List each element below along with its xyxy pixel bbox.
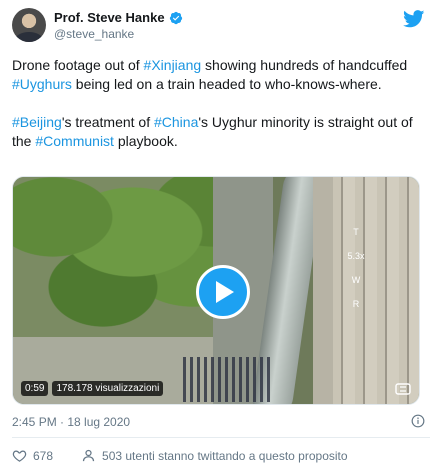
tweet-embed-card: Prof. Steve Hanke @steve_hanke Drone foo… <box>0 0 441 472</box>
hashtag-link[interactable]: #Communist <box>35 133 114 149</box>
tweet-paragraph-1: Drone footage out of #Xinjiang showing h… <box>12 56 430 94</box>
author-name-row[interactable]: Prof. Steve Hanke <box>54 10 183 25</box>
verified-badge-icon <box>169 11 182 24</box>
tweet-text-segment: being led on a train headed to who-knows… <box>71 76 382 92</box>
video-views: 178.178 visualizzazioni <box>52 381 164 396</box>
hud-letter: 5.3x <box>347 251 365 261</box>
tweet-text-segment: Drone footage out of <box>12 57 144 73</box>
tweet-text-segment: playbook. <box>113 133 178 149</box>
hud-letter: T <box>353 227 359 237</box>
drone-hud-overlay: T 5.3x W R <box>347 227 365 323</box>
tweet-paragraph-2: #Beijing's treatment of #China's Uyghur … <box>12 113 430 151</box>
twitter-bird-icon[interactable] <box>403 10 425 28</box>
tweet-timestamp[interactable]: 2:45 PM · 18 lug 2020 <box>12 415 130 429</box>
video-crowd <box>183 357 273 402</box>
heart-icon[interactable] <box>12 448 27 463</box>
hashtag-link[interactable]: #China <box>154 114 198 130</box>
person-icon <box>82 449 95 462</box>
video-duration: 0:59 <box>21 381 49 396</box>
author-avatar[interactable] <box>12 8 46 42</box>
play-button[interactable] <box>196 265 250 319</box>
video-player[interactable]: T 5.3x W R 0:59 178.178 visualizzazioni <box>12 176 420 405</box>
hud-letter: W <box>351 275 361 285</box>
hashtag-link[interactable]: #Uyghurs <box>12 76 72 92</box>
discussion-text[interactable]: 503 utenti stanno twittando a questo pro… <box>102 449 348 463</box>
author-name[interactable]: Prof. Steve Hanke <box>54 10 165 25</box>
video-settings-icon[interactable] <box>395 382 411 396</box>
tweet-text-segment: showing hundreds of handcuffed <box>201 57 408 73</box>
tweet-text: Drone footage out of #Xinjiang showing h… <box>12 56 430 170</box>
hashtag-link[interactable]: #Xinjiang <box>144 57 202 73</box>
tweet-text-segment: 's treatment of <box>61 114 154 130</box>
info-icon[interactable] <box>411 414 425 428</box>
tweet-actions: 678 503 utenti stanno twittando a questo… <box>12 448 376 463</box>
footer-divider <box>12 437 430 438</box>
author-handle[interactable]: @steve_hanke <box>54 27 134 41</box>
hud-letter: R <box>352 299 360 309</box>
discussion-action[interactable]: 503 utenti stanno twittando a questo pro… <box>81 448 348 463</box>
like-action[interactable]: 678 <box>12 448 53 463</box>
hashtag-link[interactable]: #Beijing <box>12 114 62 130</box>
like-count: 678 <box>33 448 54 463</box>
video-badges: 0:59 178.178 visualizzazioni <box>21 381 164 396</box>
play-icon <box>216 281 234 303</box>
avatar-shoulders <box>15 32 43 42</box>
